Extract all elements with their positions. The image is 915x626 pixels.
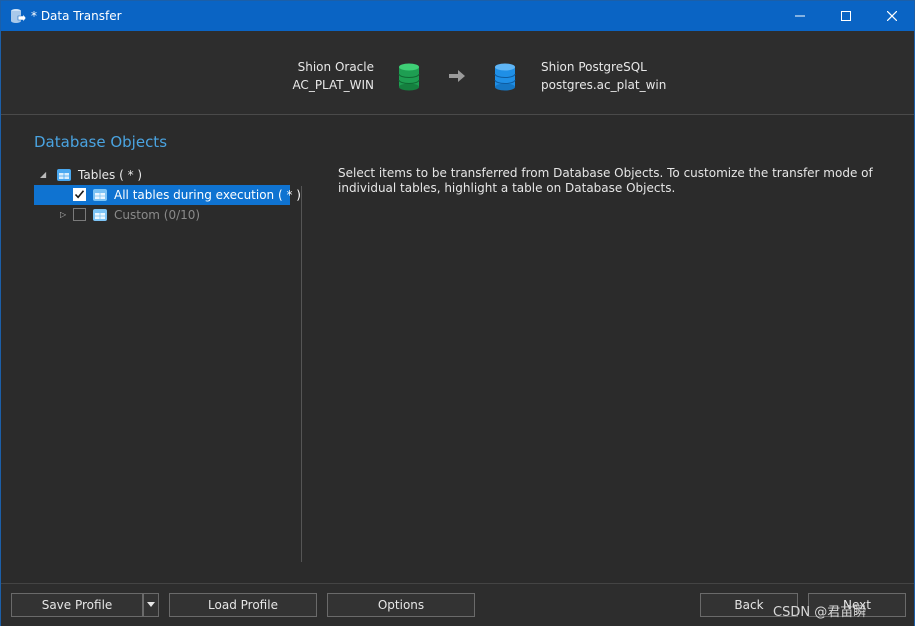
close-button[interactable] (869, 1, 915, 31)
all-tables-checkbox[interactable] (73, 188, 86, 201)
target-schema: postgres.ac_plat_win (541, 78, 667, 92)
custom-checkbox[interactable] (73, 208, 86, 221)
tree-root-tables[interactable]: ◢ Tables ( * ) (34, 165, 290, 185)
tables-folder-icon (57, 169, 71, 181)
source-name: Shion Oracle (297, 60, 374, 74)
collapse-triangle-icon[interactable]: ◢ (40, 170, 50, 180)
source-database-icon (398, 63, 420, 91)
expand-triangle-icon[interactable]: ▷ (60, 210, 70, 220)
info-text: Select items to be transferred from Data… (338, 166, 873, 195)
target-name: Shion PostgreSQL (541, 60, 647, 74)
load-profile-button[interactable]: Load Profile (169, 593, 317, 617)
tree-root-label: Tables ( * ) (78, 168, 143, 182)
source-connection: Shion Oracle AC_PLAT_WIN (292, 58, 374, 94)
chevron-down-icon (147, 602, 155, 607)
connection-header: Shion Oracle AC_PLAT_WIN Shion PostgreSQ… (1, 31, 914, 115)
data-transfer-window: * Data Transfer Shion Oracle AC_PLAT_WIN (0, 0, 915, 626)
close-icon (887, 11, 897, 21)
table-icon (93, 209, 107, 221)
source-schema: AC_PLAT_WIN (292, 78, 374, 92)
section-title: Database Objects (34, 133, 168, 151)
checkmark-icon (74, 190, 85, 199)
custom-label: Custom (0/10) (114, 208, 201, 222)
window-title: * Data Transfer (31, 9, 122, 23)
target-connection: Shion PostgreSQL postgres.ac_plat_win (541, 58, 666, 94)
save-profile-button[interactable]: Save Profile (11, 593, 143, 617)
minimize-button[interactable] (777, 1, 823, 31)
save-profile-dropdown-button[interactable] (143, 593, 159, 617)
tree-item-all-tables[interactable]: All tables during execution ( * ) (34, 185, 301, 205)
target-database-icon (494, 63, 516, 91)
panel-divider[interactable] (301, 186, 302, 562)
title-bar: * Data Transfer (1, 1, 914, 31)
watermark: CSDN @君苗瞬 (773, 605, 867, 620)
tree-item-custom[interactable]: ▷ Custom (0/10) (34, 205, 290, 225)
maximize-icon (841, 11, 851, 21)
arrow-right-icon (449, 70, 465, 82)
data-transfer-icon (11, 9, 27, 23)
maximize-button[interactable] (823, 1, 869, 31)
table-icon (93, 189, 107, 201)
minimize-icon (795, 15, 805, 17)
options-button[interactable]: Options (327, 593, 475, 617)
all-tables-label: All tables during execution ( * ) (114, 188, 301, 202)
